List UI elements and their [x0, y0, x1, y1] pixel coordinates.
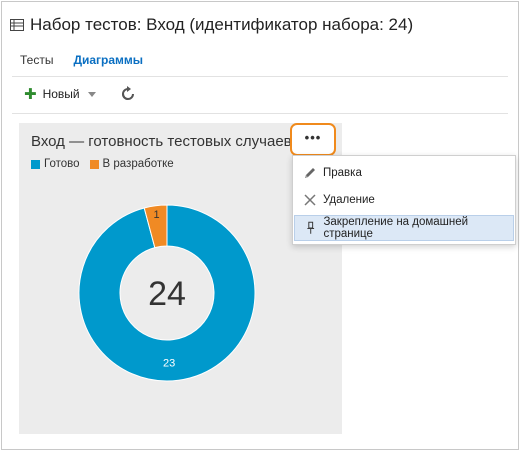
tab-tests[interactable]: Тесты [20, 53, 53, 67]
slice-data-label: 23 [163, 357, 175, 369]
refresh-icon[interactable] [120, 86, 136, 102]
toolbar: ✚ Новый [24, 86, 136, 102]
menu-item-edit[interactable]: Правка [294, 160, 514, 186]
list-icon [10, 19, 24, 31]
pin-icon [307, 221, 315, 234]
context-menu: Правка Удаление Закрепление на домашней … [292, 155, 516, 245]
menu-item-label: Удаление [323, 194, 375, 206]
divider [12, 113, 508, 114]
page-title: Набор тестов: Вход (идентификатор набора… [30, 15, 414, 34]
chevron-down-icon[interactable] [87, 92, 96, 97]
close-icon [304, 194, 316, 206]
tab-bar: Тесты Диаграммы [20, 53, 143, 67]
plus-icon[interactable]: ✚ [24, 87, 37, 102]
tab-charts[interactable]: Диаграммы [73, 53, 143, 67]
pencil-icon [305, 168, 315, 178]
menu-item-label: Правка [323, 167, 362, 179]
new-button[interactable]: Новый [43, 87, 80, 101]
slice-data-label: 1 [154, 209, 160, 221]
menu-item-label: Закрепление на домашней странице [323, 216, 469, 240]
ellipsis-icon: ••• [304, 130, 322, 145]
more-actions-button[interactable]: ••• [290, 123, 336, 156]
menu-item-delete[interactable]: Удаление [294, 187, 514, 213]
menu-item-pin-to-home[interactable]: Закрепление на домашней странице [294, 215, 514, 241]
divider [12, 76, 508, 77]
title-row: Набор тестов: Вход (идентификатор набора… [10, 12, 413, 38]
total-count-label: 24 [148, 275, 186, 313]
